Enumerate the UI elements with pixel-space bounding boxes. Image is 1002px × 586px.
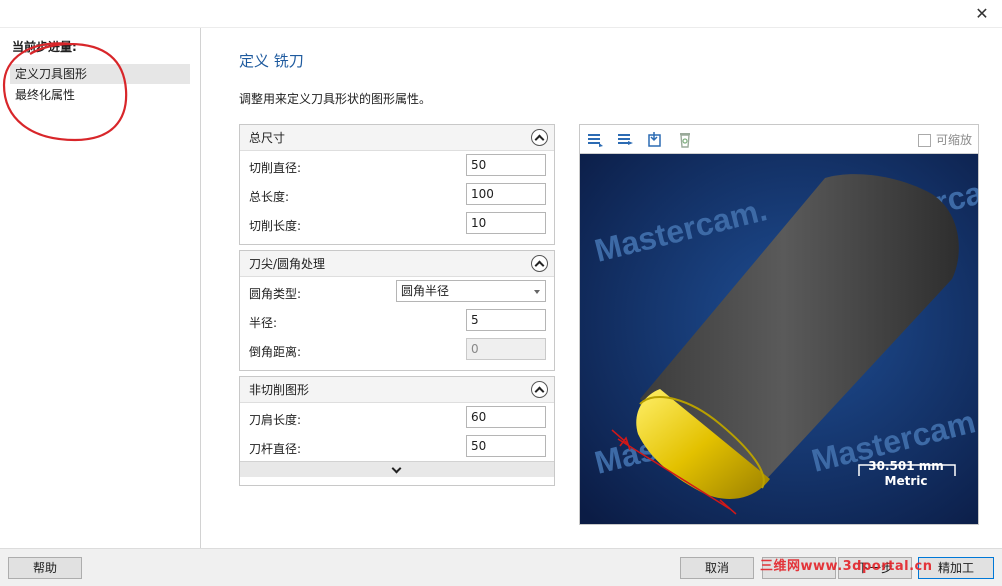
shoulder-length-row: 刀肩长度: (240, 403, 554, 432)
group-header: 刀尖/圆角处理 (240, 251, 554, 277)
cutting-length-label: 切削长度: (249, 219, 302, 233)
step-sidebar: 当前步进量: 定义刀具图形 最终化属性 (0, 28, 201, 548)
overall-length-label: 总长度: (249, 190, 290, 204)
cutting-diameter-label: 切削直径: (249, 161, 302, 175)
chamfer-label: 倒角距离: (249, 345, 302, 359)
collapse-up-icon[interactable] (531, 255, 548, 272)
export-icon[interactable] (646, 131, 664, 148)
collapse-up-icon[interactable] (531, 129, 548, 146)
recycle-bin-icon[interactable] (676, 131, 694, 148)
collapse-up-icon[interactable] (531, 381, 548, 398)
group-overall-dimensions: 总尺寸 切削直径: 总长度: 切削长度: (239, 124, 555, 245)
group-noncutting-geometry: 非切削图形 刀肩长度: 刀杆直径: (239, 376, 555, 486)
overall-length-input[interactable] (466, 183, 546, 205)
previous-button[interactable] (762, 557, 836, 579)
next-button[interactable]: 下一步 (838, 557, 912, 579)
group-title: 刀尖/圆角处理 (249, 257, 326, 271)
radius-input[interactable] (466, 309, 546, 331)
chamfer-input (466, 338, 546, 360)
group-title: 总尺寸 (249, 131, 286, 145)
preview-toolbar: 可缩放 (580, 125, 978, 154)
shoulder-length-input[interactable] (466, 406, 546, 428)
group-header: 总尺寸 (240, 125, 554, 151)
scale-unit: Metric (884, 474, 928, 488)
group-tip-corner: 刀尖/圆角处理 圆角类型: 圆角半径 半径: 倒角距离: (239, 250, 555, 371)
scroll-down-chevron-icon[interactable] (240, 461, 554, 477)
dialog-footer: 帮助 取消 下一步 精加工 (0, 548, 1002, 586)
group-header: 非切削图形 (240, 377, 554, 403)
group-title: 非切削图形 (249, 383, 310, 397)
shank-diameter-label: 刀杆直径: (249, 442, 302, 456)
close-icon[interactable]: ✕ (972, 4, 992, 24)
cutting-length-input[interactable] (466, 212, 546, 234)
shank-diameter-row: 刀杆直径: (240, 432, 554, 461)
sidebar-item-finalize-properties[interactable]: 最终化属性 (10, 85, 190, 105)
title-bar: ✕ (0, 0, 1002, 28)
dropdown-arrow-icon (534, 290, 540, 294)
cancel-button[interactable]: 取消 (680, 557, 754, 579)
chamfer-row: 倒角距离: (240, 335, 554, 364)
corner-type-label: 圆角类型: (249, 287, 302, 301)
current-step-heading: 当前步进量: (12, 40, 77, 54)
radius-label: 半径: (249, 316, 278, 330)
cutting-length-row: 切削长度: (240, 209, 554, 238)
cutting-diameter-row: 切削直径: (240, 151, 554, 180)
shank-diameter-input[interactable] (466, 435, 546, 457)
sidebar-item-define-geometry[interactable]: 定义刀具图形 (10, 64, 190, 84)
corner-type-select[interactable]: 圆角半径 (396, 280, 546, 302)
finish-button[interactable]: 精加工 (918, 557, 994, 579)
corner-type-value: 圆角半径 (401, 284, 450, 298)
tool-preview-panel: 可缩放 Mastercam. Mastercam. Mastercam. Mas… (579, 124, 979, 525)
scale-value: 30.501 mm (868, 459, 944, 473)
page-title: 定义 铣刀 (239, 52, 304, 70)
zoomable-checkbox[interactable]: 可缩放 (917, 132, 972, 148)
shoulder-length-label: 刀肩长度: (249, 413, 302, 427)
cutting-diameter-input[interactable] (466, 154, 546, 176)
help-button[interactable]: 帮助 (8, 557, 82, 579)
layer-edit-icon[interactable] (616, 131, 634, 148)
radius-row: 半径: (240, 306, 554, 335)
corner-type-row: 圆角类型: 圆角半径 (240, 277, 554, 306)
page-description: 调整用来定义刀具形状的图形属性。 (239, 92, 432, 106)
scale-readout: 30.501 mm Metric (856, 459, 956, 488)
layer-view-icon[interactable] (586, 131, 604, 148)
overall-length-row: 总长度: (240, 180, 554, 209)
